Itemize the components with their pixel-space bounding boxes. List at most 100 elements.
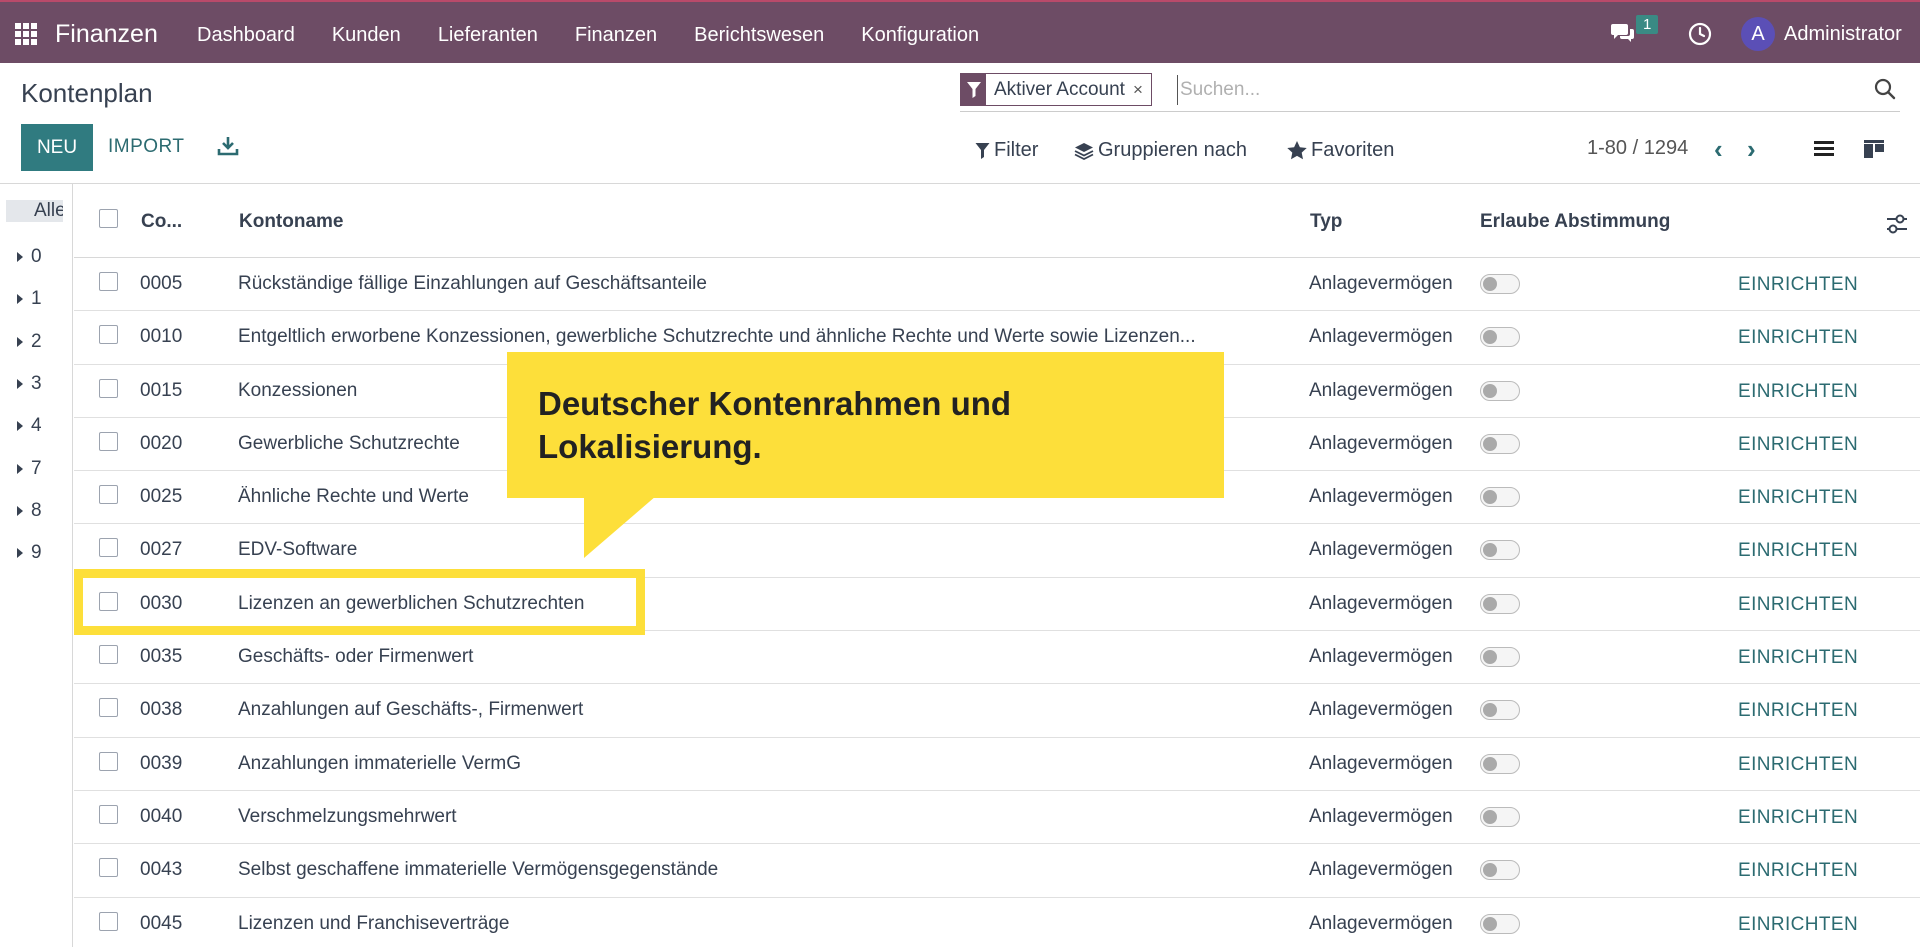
setup-button[interactable]: EINRICHTEN (1738, 860, 1858, 882)
search-icon[interactable] (1874, 78, 1896, 100)
reconcile-toggle[interactable] (1480, 433, 1520, 454)
row-checkbox[interactable] (99, 698, 118, 718)
reconcile-toggle[interactable] (1480, 860, 1520, 881)
table-row[interactable]: 0045 Lizenzen und Franchiseverträge Anlage… (74, 898, 1920, 947)
search-input[interactable] (1177, 75, 1827, 105)
sidebar-item-label: 8 (31, 500, 42, 521)
reconcile-toggle[interactable] (1480, 274, 1520, 294)
kanban-view-icon[interactable] (1862, 138, 1886, 160)
setup-button[interactable]: EINRICHTEN (1738, 914, 1858, 936)
reconcile-toggle[interactable] (1480, 647, 1520, 668)
reconcile-toggle[interactable] (1480, 700, 1520, 721)
table-row[interactable]: 0040 Verschmelzungsmehrwert Anlagevermögen… (74, 791, 1920, 845)
reconcile-toggle[interactable] (1480, 806, 1520, 827)
setup-button[interactable]: EINRICHTEN (1738, 647, 1858, 669)
setup-button[interactable]: EINRICHTEN (1738, 754, 1858, 776)
sidebar-item-1[interactable]: 1 (17, 288, 42, 310)
row-checkbox[interactable] (99, 431, 118, 451)
user-name[interactable]: Administrator (1784, 23, 1902, 46)
sidebar-item-9[interactable]: 9 (17, 542, 42, 564)
menu-item-dashboard[interactable]: Dashboard (197, 24, 295, 47)
table-row[interactable]: 0039 Anzahlungen immaterielle VermG Anlage… (74, 738, 1920, 791)
account-name: EDV-Software (238, 539, 358, 561)
download-icon[interactable] (217, 135, 239, 157)
apps-menu-icon[interactable] (15, 23, 37, 45)
row-checkbox[interactable] (99, 538, 118, 558)
reconcile-toggle[interactable] (1480, 913, 1520, 934)
clock-icon[interactable] (1688, 22, 1712, 46)
group-by-button[interactable]: Gruppieren nach (1074, 139, 1247, 162)
list-view-icon[interactable] (1812, 138, 1836, 160)
sidebar-item-3[interactable]: 3 (17, 373, 42, 395)
app-brand[interactable]: Finanzen (55, 20, 158, 49)
sidebar-item-4[interactable]: 4 (17, 415, 42, 437)
control-panel-divider (0, 183, 1920, 184)
filter-button[interactable]: Filter (975, 139, 1038, 162)
sidebar-item-all[interactable]: Alle (6, 200, 63, 222)
pager-next-button[interactable]: › (1747, 134, 1756, 165)
row-checkbox[interactable] (99, 645, 118, 665)
sidebar-item-0[interactable]: 0 (17, 246, 42, 268)
reconcile-toggle[interactable] (1480, 327, 1520, 348)
select-all-checkbox[interactable] (99, 209, 118, 228)
row-checkbox[interactable] (99, 858, 118, 878)
account-name: Selbst geschaffene immaterielle Vermögen… (238, 859, 719, 881)
menu-item-konfiguration[interactable]: Konfiguration (861, 24, 979, 47)
setup-button[interactable]: EINRICHTEN (1738, 487, 1858, 509)
menu-item-finanzen[interactable]: Finanzen (575, 24, 657, 47)
tutorial-callout: Deutscher Kontenrahmen und Lokalisierung… (507, 352, 1224, 498)
pager-value[interactable]: 1-80 / 1294 (1587, 137, 1688, 160)
table-row[interactable]: 0043 Selbst geschaffene immaterielle Verm… (74, 844, 1920, 898)
row-checkbox[interactable] (99, 911, 118, 931)
table-row[interactable]: 0005 Rückständige fällige Einzahlungen au… (74, 258, 1920, 312)
optional-columns-icon[interactable] (1884, 211, 1910, 237)
setup-button[interactable]: EINRICHTEN (1738, 594, 1858, 616)
sidebar-item-label: 3 (31, 373, 42, 394)
reconcile-toggle[interactable] (1480, 380, 1520, 401)
account-type: Anlagevermögen (1309, 912, 1453, 934)
row-checkbox[interactable] (99, 804, 118, 824)
user-avatar[interactable]: A (1741, 17, 1775, 51)
row-checkbox[interactable] (99, 378, 118, 398)
reconcile-toggle[interactable] (1480, 753, 1520, 774)
import-button[interactable]: IMPORT (108, 136, 185, 158)
setup-button[interactable]: EINRICHTEN (1738, 327, 1858, 349)
sidebar-item-8[interactable]: 8 (17, 500, 42, 522)
row-checkbox[interactable] (99, 272, 118, 291)
row-checkbox[interactable] (99, 485, 118, 505)
row-checkbox[interactable] (99, 751, 118, 771)
account-code: 0010 (140, 326, 183, 348)
setup-button[interactable]: EINRICHTEN (1738, 807, 1858, 829)
chat-icon[interactable] (1610, 22, 1636, 44)
table-row[interactable]: 0038 Anzahlungen auf Geschäfts-, Firmenwe… (74, 684, 1920, 738)
column-header-reconcile[interactable]: Erlaube Abstimmung (1480, 211, 1670, 233)
table-row[interactable]: 0035 Geschäfts- oder Firmenwert Anlageverm… (74, 631, 1920, 685)
setup-button[interactable]: EINRICHTEN (1738, 381, 1858, 403)
reconcile-toggle[interactable] (1480, 593, 1520, 614)
facet-close-icon[interactable]: × (1133, 80, 1151, 100)
column-header-code[interactable]: Co... (141, 211, 182, 233)
pager-previous-button[interactable]: ‹ (1714, 134, 1723, 165)
sidebar-item-label: 1 (31, 288, 42, 309)
menu-item-lieferanten[interactable]: Lieferanten (438, 24, 538, 47)
menu-item-berichtswesen[interactable]: Berichtswesen (694, 24, 824, 47)
column-header-name[interactable]: Kontoname (239, 211, 344, 233)
setup-button[interactable]: EINRICHTEN (1738, 434, 1858, 456)
reconcile-toggle[interactable] (1480, 540, 1520, 561)
account-code: 0038 (140, 699, 183, 721)
account-type: Anlagevermögen (1309, 592, 1453, 614)
sidebar-item-2[interactable]: 2 (17, 331, 42, 353)
setup-button[interactable]: EINRICHTEN (1738, 540, 1858, 562)
search-facet[interactable]: Aktiver Account × (960, 73, 1152, 106)
facet-label: Aktiver Account (994, 78, 1125, 100)
sidebar-item-7[interactable]: 7 (17, 458, 42, 480)
favorites-button[interactable]: Favoriten (1287, 139, 1394, 162)
row-checkbox[interactable] (99, 325, 118, 345)
setup-button[interactable]: EINRICHTEN (1738, 700, 1858, 722)
new-button[interactable]: NEU (21, 124, 93, 171)
column-header-type[interactable]: Typ (1310, 211, 1342, 233)
setup-button[interactable]: EINRICHTEN (1738, 274, 1858, 296)
menu-item-kunden[interactable]: Kunden (332, 24, 401, 47)
callout-pointer (584, 496, 656, 558)
reconcile-toggle[interactable] (1480, 487, 1520, 508)
